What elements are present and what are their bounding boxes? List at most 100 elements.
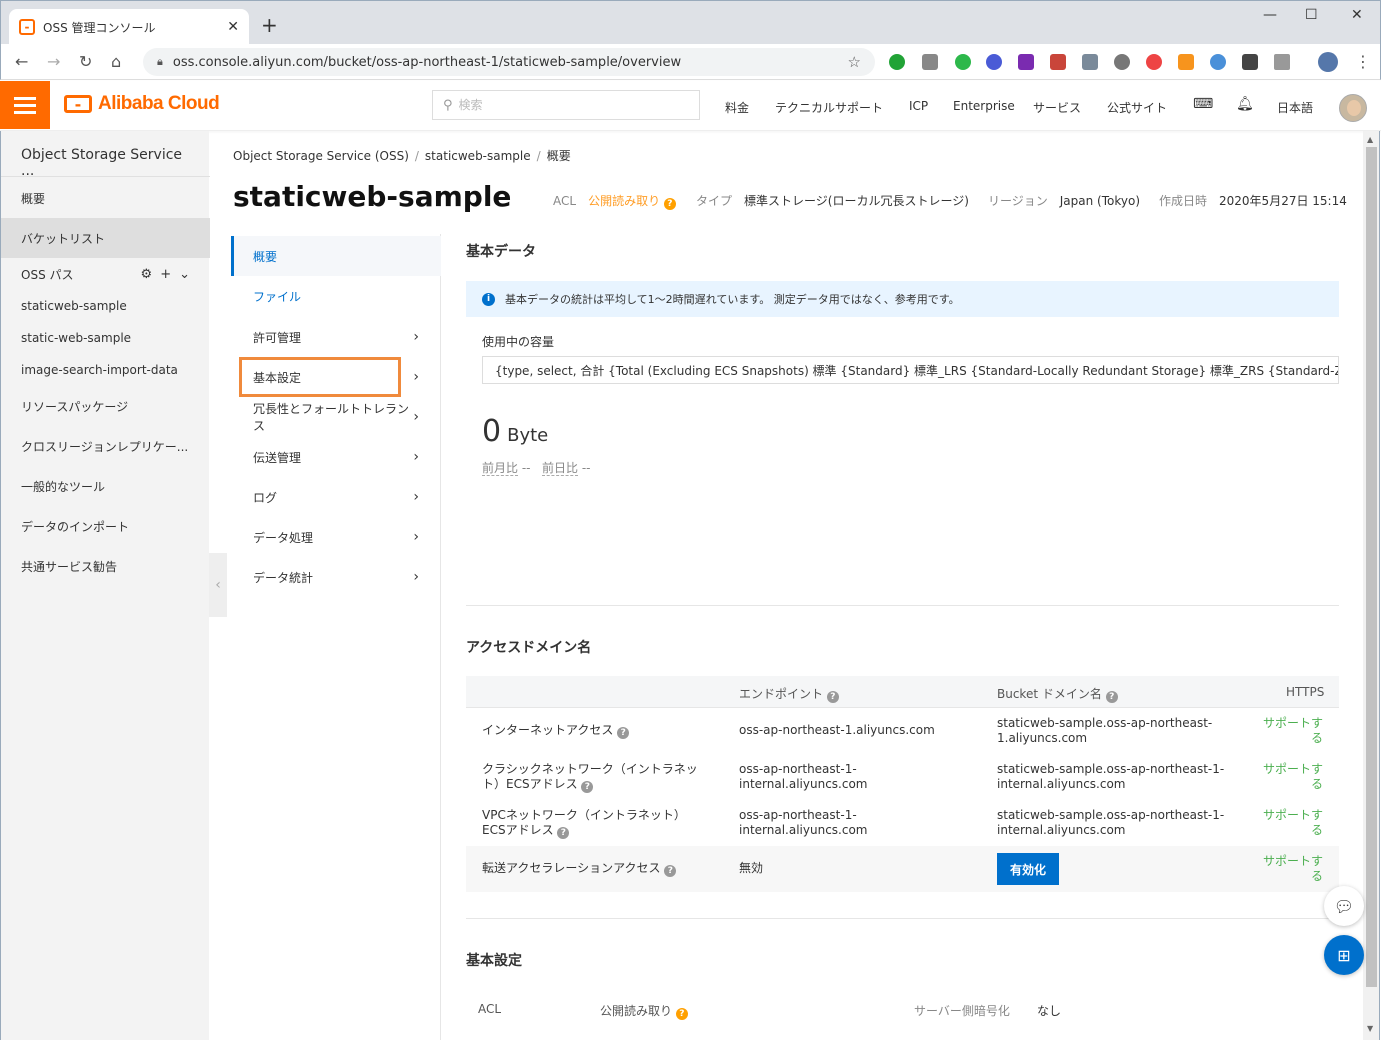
enable-acceleration-button[interactable]: 有効化 [997,853,1059,885]
submenu-redundancy[interactable]: 冗長性とフォールトトレランス › [231,397,441,437]
nav-support[interactable]: テクニカルサポート [775,99,883,116]
sidebar-item-advisory[interactable]: 共通サービス勧告 [1,546,210,586]
scrollbar-thumb[interactable] [1366,147,1377,987]
maximize-icon[interactable]: ☐ [1305,7,1318,23]
minimize-icon[interactable]: — [1263,7,1277,23]
storage-type-select[interactable]: {type, select, 合計 {Total (Excluding ECS … [482,356,1339,384]
meta-type-value: 標準ストレージ(ローカル冗長ストレージ) [744,194,969,208]
submenu-permissions[interactable]: 許可管理 › [231,317,441,357]
sidebar-item-image-search[interactable]: image-search-import-data [1,350,210,390]
evernote-icon[interactable] [955,54,971,70]
submenu-label: 概要 [253,249,278,264]
breadcrumb: Object Storage Service (OSS) / staticweb-s… [233,149,571,163]
nav-enterprise[interactable]: Enterprise [953,99,1015,113]
row-https-link[interactable]: サポートする [1263,716,1323,746]
window-close-icon[interactable]: ✕ [1351,7,1363,23]
nav-services[interactable]: サービス [1033,99,1081,116]
forward-icon[interactable]: → [47,52,60,71]
nav-pricing[interactable]: 料金 [725,99,749,116]
table-row: VPCネットワーク（イントラネット） ECSアドレス ? oss-ap-north… [466,800,1339,846]
bookmark-star-icon[interactable]: ☆ [848,53,861,71]
row-https-link[interactable]: サポートする [1263,854,1323,884]
back-icon[interactable]: ← [15,52,28,71]
sidebar-item-tools[interactable]: 一般的なツール [1,466,210,506]
search-input[interactable] [458,98,689,112]
meta-region: リージョン Japan (Tokyo) [988,192,1140,209]
extension-blue-icon[interactable] [1210,54,1226,70]
scroll-up-icon[interactable]: ▲ [1367,135,1373,144]
settings-acl-value: 公開読み取り ? [600,1002,688,1020]
help-icon[interactable]: ? [1105,691,1118,703]
extension-green-icon[interactable] [889,54,905,70]
chevron-down-icon[interactable]: ⌄ [179,267,190,282]
onenote-icon[interactable] [1018,54,1034,70]
row-type-label: インターネットアクセス [482,723,614,737]
help-icon[interactable]: ? [557,827,570,839]
sidebar-item-data-import[interactable]: データのインポート [1,506,210,546]
breadcrumb-bucket[interactable]: staticweb-sample [425,149,531,163]
alibaba-cloud-logo[interactable]: - Alibaba Cloud [64,93,220,115]
sidebar-collapse-handle[interactable]: ‹ [209,553,227,617]
submenu-data-statistics[interactable]: データ統計 › [231,557,441,597]
extension-d3-icon[interactable] [1178,54,1194,70]
submenu-files[interactable]: ファイル [231,276,441,316]
plus-icon[interactable]: + [160,267,171,282]
new-tab-icon[interactable]: + [261,15,278,35]
row-https-link[interactable]: サポートする [1263,808,1323,838]
terminal-icon[interactable]: ⌨ [1193,96,1213,112]
extension-circle-icon[interactable] [1114,54,1130,70]
omnibox[interactable]: 🔒︎ oss.console.aliyun.com/bucket/oss-ap-… [143,48,875,76]
table-header: エンドポイント ? Bucket ドメイン名 ? HTTPS [466,676,1339,708]
extension-doc-icon[interactable] [922,54,938,70]
chat-button[interactable]: 💬︎ [1324,886,1364,926]
table-row: インターネットアクセス ? oss-ap-northeast-1.aliyunc… [466,708,1339,754]
row-https-link[interactable]: サポートする [1263,762,1323,792]
sidebar-item-cross-region[interactable]: クロスリージョンレプリケー... [1,426,210,466]
extension-check-icon[interactable] [986,54,1002,70]
gear-icon[interactable]: ⚙ [141,267,153,282]
browser-tab[interactable]: - OSS 管理コンソール ✕ [9,9,249,45]
col-endpoint-label: エンドポイント [739,687,824,701]
extension-tool-icon[interactable] [1082,54,1098,70]
user-avatar[interactable] [1339,94,1367,122]
submenu-overview[interactable]: 概要 [231,236,441,276]
help-icon[interactable]: ? [664,865,677,877]
language-switch[interactable]: 日本語 [1277,99,1313,116]
submenu-data-processing[interactable]: データ処理 › [231,517,441,557]
https-line2: る [1310,777,1323,791]
help-icon[interactable]: ? [675,1008,688,1020]
submenu-transfer[interactable]: 伝送管理 › [231,437,441,477]
reload-icon[interactable]: ↻ [79,52,92,71]
help-icon[interactable]: ? [617,727,630,739]
bell-icon[interactable]: 🔔︎ [1236,96,1254,112]
hamburger-menu-icon[interactable] [0,81,50,129]
capacity-unit: Byte [507,425,549,446]
browser-menu-icon[interactable]: ⋮ [1355,52,1371,71]
help-icon[interactable]: ? [581,781,594,793]
submenu-logs[interactable]: ログ › [231,477,441,517]
extension-box-icon[interactable] [1242,54,1258,70]
help-icon[interactable]: ? [826,691,839,703]
extension-v-icon[interactable] [1274,54,1290,70]
meta-created-label: 作成日時 [1159,194,1208,208]
nav-icp[interactable]: ICP [909,99,928,113]
pdf-icon[interactable] [1050,54,1066,70]
apps-button[interactable]: ⊞ [1324,935,1364,975]
home-icon[interactable]: ⌂ [111,52,121,71]
help-icon[interactable]: ? [663,198,676,210]
sidebar-item-overview[interactable]: 概要 [1,178,210,218]
chevron-right-icon: › [413,529,419,545]
breadcrumb-oss[interactable]: Object Storage Service (OSS) [233,149,409,163]
tab-close-icon[interactable]: ✕ [227,19,239,35]
sidebar-item-bucket-list[interactable]: バケットリスト [1,218,210,258]
chevron-right-icon: › [413,569,419,585]
profile-avatar-icon[interactable] [1318,52,1338,72]
scroll-down-icon[interactable]: ▼ [1367,1024,1373,1033]
extension-red-icon[interactable] [1146,54,1162,70]
header-search[interactable]: ⚲ [432,90,700,120]
nav-official-site[interactable]: 公式サイト [1107,99,1167,116]
sidebar-item-resource-package[interactable]: リソースパッケージ [1,386,210,426]
page-scrollbar[interactable]: ▲ ▼ [1363,131,1380,1040]
sidebar-item-label: OSS パス [21,267,74,282]
settings-sse-value: なし [1037,1004,1062,1018]
